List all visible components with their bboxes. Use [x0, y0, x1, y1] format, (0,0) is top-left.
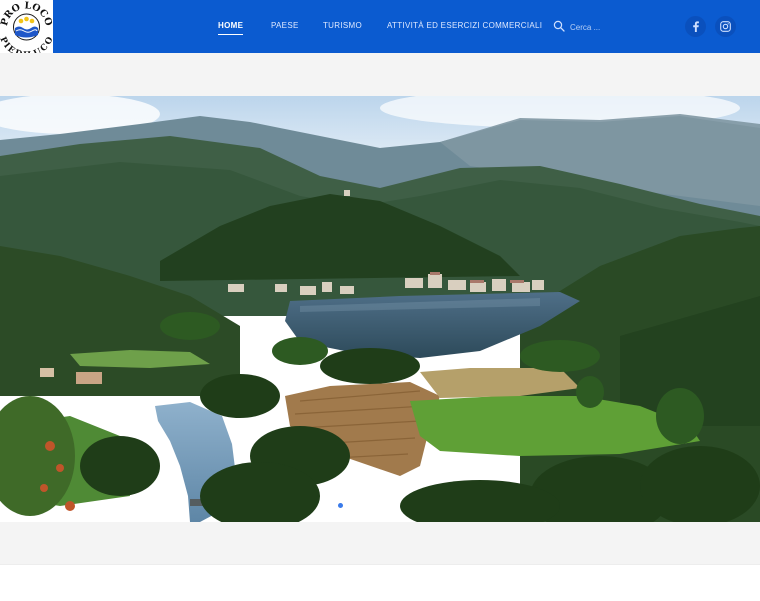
nav-item-attivita[interactable]: ATTIVITÀ ED ESERCIZI COMMERCIALI — [387, 21, 542, 30]
site-header: PRO LOCO PIEDILUCO HOME PAESE TURISMO AT… — [0, 0, 760, 60]
nav-item-paese[interactable]: PAESE — [271, 21, 299, 30]
search-input[interactable] — [570, 19, 640, 35]
search-box — [553, 19, 643, 35]
site-logo[interactable]: PRO LOCO PIEDILUCO — [0, 0, 55, 60]
facebook-icon — [693, 21, 699, 32]
search-icon[interactable] — [553, 20, 565, 32]
pro-loco-emblem: PRO LOCO PIEDILUCO — [0, 0, 55, 60]
instagram-link[interactable] — [715, 16, 736, 37]
lake-piediluco-landscape — [0, 96, 760, 522]
hero-slider[interactable] — [0, 96, 760, 522]
slider-dot-1[interactable] — [338, 503, 343, 508]
nav-item-turismo[interactable]: TURISMO — [323, 21, 362, 30]
page-content-area — [0, 564, 760, 601]
facebook-link[interactable] — [685, 16, 706, 37]
nav-item-home[interactable]: HOME — [218, 21, 244, 35]
instagram-icon — [720, 21, 731, 32]
top-spacer-band — [0, 53, 760, 96]
bottom-spacer-band — [0, 522, 760, 564]
